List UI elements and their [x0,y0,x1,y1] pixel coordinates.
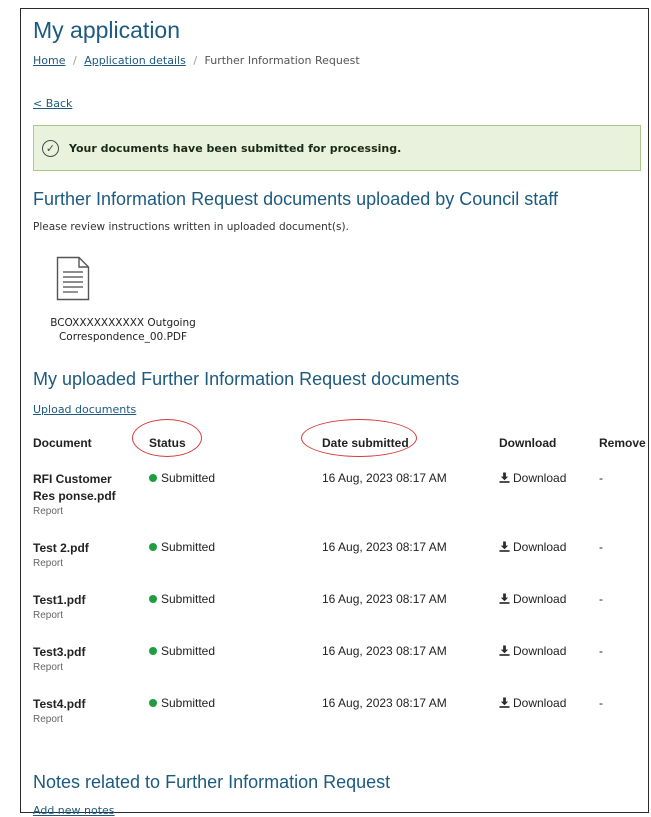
document-name: Test4.pdf [33,697,86,711]
download-link[interactable]: Download [499,592,566,606]
status-text: Submitted [161,471,216,485]
document-name: Test1.pdf [33,593,86,607]
success-alert: ✓ Your documents have been submitted for… [33,125,641,171]
download-icon [499,645,510,656]
download-icon [499,593,510,604]
upload-documents-link[interactable]: Upload documents [33,403,136,416]
status-cell: Submitted [149,696,215,710]
download-icon [499,472,510,483]
remove-cell: - [599,696,603,710]
document-type: Report [33,662,64,673]
document-cell: RFI Customer Res ponse.pdf Report [33,471,133,519]
breadcrumb-application-details-link[interactable]: Application details [84,54,186,67]
column-header-remove: Remove [599,436,646,450]
document-cell: Test4.pdf Report [33,696,133,727]
download-link[interactable]: Download [499,471,566,485]
status-highlight-circle [132,419,202,457]
breadcrumb: Home / Application details / Further Inf… [33,54,360,67]
breadcrumb-separator: / [193,54,198,67]
document-cell: Test 2.pdf Report [33,540,133,571]
status-text: Submitted [161,540,216,554]
filename-line-1: BCOXXXXXXXXXX Outgoing [50,317,196,329]
check-circle-icon: ✓ [42,139,59,157]
council-documents-heading: Further Information Request documents up… [33,189,558,209]
document-cell: Test1.pdf Report [33,592,133,623]
status-dot-icon [149,543,157,551]
document-cell: Test3.pdf Report [33,644,133,675]
date-submitted: 16 Aug, 2023 08:17 AM [322,696,447,710]
status-dot-icon [149,699,157,707]
application-page: My application Home / Application detail… [20,8,649,817]
remove-cell: - [599,592,603,606]
column-header-download: Download [499,436,557,450]
document-type: Report [33,714,64,725]
page-title: My application [33,17,181,43]
download-label: Download [513,540,567,554]
download-link[interactable]: Download [499,696,566,710]
breadcrumb-separator: / [72,54,77,67]
document-icon[interactable] [56,256,90,301]
download-label: Download [513,592,567,606]
document-type: Report [33,506,64,517]
download-label: Download [513,471,567,485]
my-documents-heading: My uploaded Further Information Request … [33,369,460,389]
status-text: Submitted [161,696,216,710]
date-submitted: 16 Aug, 2023 08:17 AM [322,540,447,554]
download-link[interactable]: Download [499,540,566,554]
date-submitted: 16 Aug, 2023 08:17 AM [322,471,447,485]
remove-cell: - [599,644,603,658]
column-header-document: Document [33,436,92,450]
status-text: Submitted [161,592,216,606]
document-type: Report [33,610,64,621]
status-dot-icon [149,474,157,482]
status-text: Submitted [161,644,216,658]
council-document-filename[interactable]: BCOXXXXXXXXXX Outgoing Correspondence_00… [33,316,213,344]
download-label: Download [513,644,567,658]
document-name: RFI Customer Res ponse.pdf [33,472,116,503]
notes-heading: Notes related to Further Information Req… [33,772,391,792]
remove-cell: - [599,471,603,485]
breadcrumb-home-link[interactable]: Home [33,54,65,67]
instructions-text: Please review instructions written in up… [33,221,349,233]
status-cell: Submitted [149,644,215,658]
status-cell: Submitted [149,471,215,485]
date-submitted-highlight-circle [301,419,417,457]
download-link[interactable]: Download [499,644,566,658]
date-submitted: 16 Aug, 2023 08:17 AM [322,592,447,606]
breadcrumb-current: Further Information Request [204,54,360,67]
download-label: Download [513,696,567,710]
document-name: Test 2.pdf [33,541,89,555]
status-cell: Submitted [149,592,215,606]
download-icon [499,541,510,552]
document-name: Test3.pdf [33,645,86,659]
document-type: Report [33,558,64,569]
success-message: Your documents have been submitted for p… [69,141,402,155]
remove-cell: - [599,540,603,554]
add-new-notes-link[interactable]: Add new notes [33,804,115,817]
status-dot-icon [149,647,157,655]
filename-line-2: Correspondence_00.PDF [58,331,188,343]
download-icon [499,697,510,708]
date-submitted: 16 Aug, 2023 08:17 AM [322,644,447,658]
status-cell: Submitted [149,540,215,554]
back-link[interactable]: < Back [33,97,72,110]
status-dot-icon [149,595,157,603]
